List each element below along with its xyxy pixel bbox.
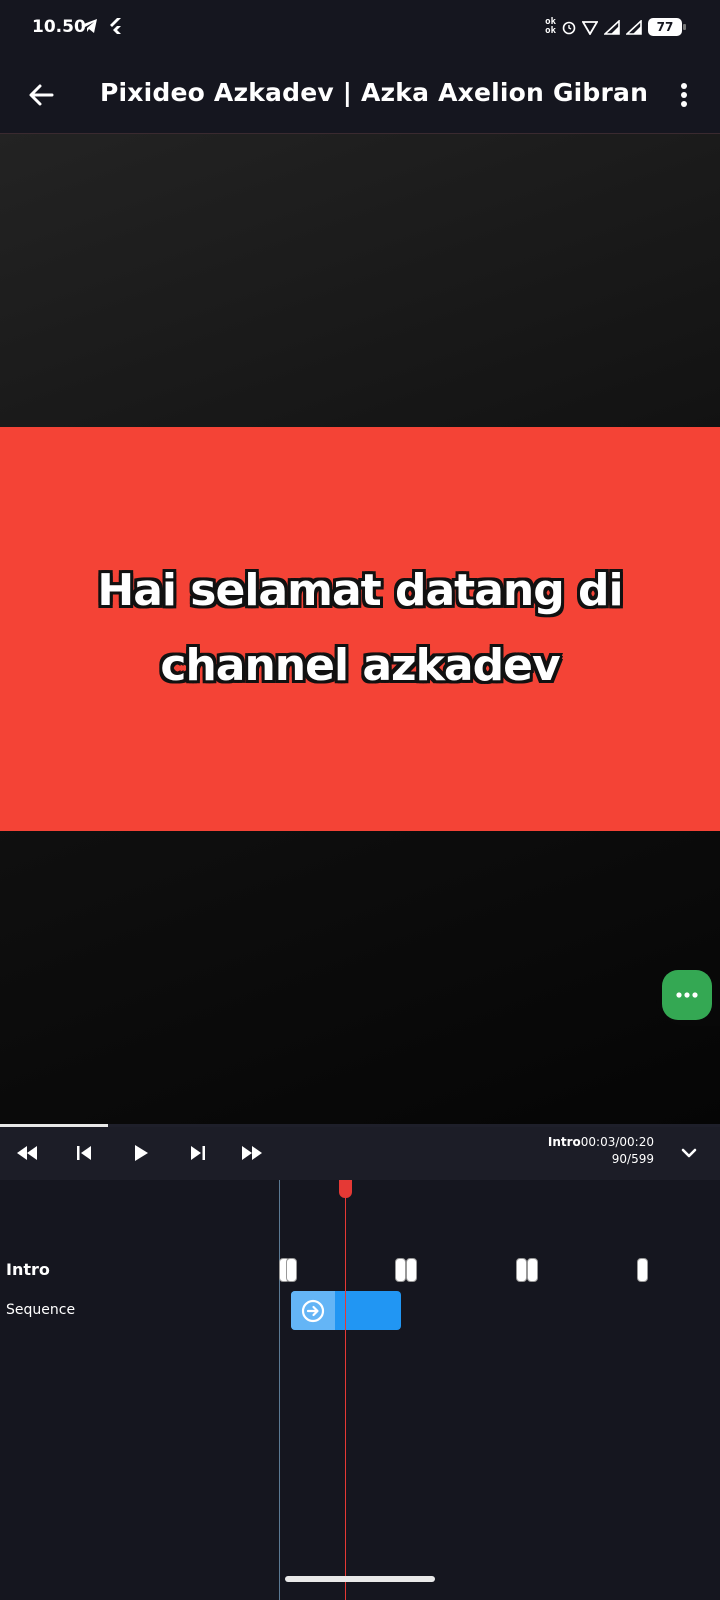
- track-label-intro: Intro: [6, 1260, 50, 1279]
- timeline[interactable]: Intro Sequence: [0, 1180, 720, 1600]
- telegram-icon: [81, 19, 97, 33]
- fab-container: [656, 964, 720, 1026]
- play-button[interactable]: [124, 1139, 158, 1167]
- fast-forward-button[interactable]: [235, 1139, 269, 1167]
- skip-next-button[interactable]: [181, 1139, 215, 1167]
- back-button[interactable]: [22, 76, 60, 114]
- app-bar: Pixideo Azkadev | Azka Axelion Gibran: [0, 56, 720, 134]
- keyframe-marker[interactable]: [637, 1258, 648, 1282]
- skip-previous-button[interactable]: [67, 1139, 101, 1167]
- status-time: 10.50: [32, 17, 86, 37]
- caption-block: Hai selamat datang di channel azkadev: [0, 427, 720, 831]
- clip-name: Intro: [547, 1135, 581, 1149]
- fast-forward-icon: [242, 1146, 262, 1160]
- more-vert-icon: [681, 83, 687, 107]
- more-horiz-icon: [676, 992, 698, 998]
- play-icon: [135, 1145, 148, 1161]
- fast-rewind-icon: [17, 1146, 37, 1160]
- arrow-circle-right-icon: [301, 1299, 325, 1322]
- status-bar: 10.50 ok ok 77: [0, 0, 720, 56]
- time-readout: 00:03/00:20: [580, 1135, 654, 1149]
- sequence-clip[interactable]: [291, 1291, 401, 1330]
- flutter-icon: [110, 18, 121, 34]
- sequence-clip-handle[interactable]: [291, 1291, 335, 1330]
- frame-readout: 90/599: [611, 1152, 654, 1166]
- keyframe-marker[interactable]: [286, 1258, 297, 1282]
- keyframe-marker[interactable]: [395, 1258, 406, 1282]
- signal-icon: [604, 19, 620, 35]
- ok-icon: ok ok: [545, 17, 556, 36]
- playback-controls: Intro00:03/00:20 90/599: [0, 1127, 720, 1180]
- skip-next-icon: [191, 1146, 205, 1160]
- track-label-sequence: Sequence: [6, 1302, 76, 1318]
- signal-icon: [626, 19, 642, 35]
- caption-text: Hai selamat datang di channel azkadev: [97, 565, 623, 691]
- time-info: Intro00:03/00:20 90/599: [548, 1134, 654, 1168]
- fast-rewind-button[interactable]: [10, 1139, 44, 1167]
- home-indicator[interactable]: [285, 1576, 435, 1582]
- keyframe-marker[interactable]: [516, 1258, 527, 1282]
- more-actions-fab[interactable]: [662, 970, 712, 1020]
- keyframe-marker[interactable]: [406, 1258, 417, 1282]
- skip-previous-icon: [77, 1146, 91, 1160]
- keyframe-marker[interactable]: [527, 1258, 538, 1282]
- alarm-icon: [562, 21, 576, 34]
- battery-icon: 77: [648, 18, 686, 36]
- video-preview[interactable]: Hai selamat datang di channel azkadev: [0, 134, 720, 1124]
- app-title: Pixideo Azkadev | Azka Axelion Gibran: [100, 78, 649, 107]
- arrow-left-icon: [29, 84, 54, 106]
- playhead-line: [345, 1180, 346, 1600]
- timeline-guide-line: [279, 1180, 280, 1600]
- playhead-handle[interactable]: [339, 1180, 352, 1198]
- collapse-button[interactable]: [674, 1139, 704, 1167]
- status-icons: ok ok 77: [545, 16, 686, 38]
- wifi-icon: [582, 20, 598, 35]
- more-options-button[interactable]: [668, 76, 700, 114]
- chevron-down-icon: [681, 1148, 697, 1158]
